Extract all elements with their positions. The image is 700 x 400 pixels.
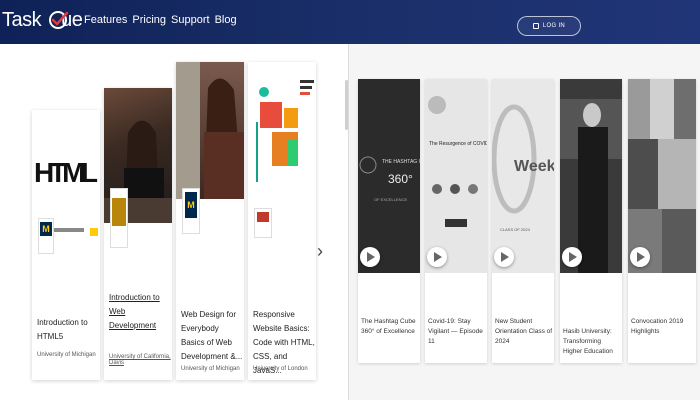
lock-icon bbox=[532, 23, 539, 29]
course-title[interactable]: Web Design for Everybody Basics of Web D… bbox=[181, 308, 243, 364]
chevron-right-icon[interactable]: › bbox=[317, 242, 323, 260]
course-thumbnail bbox=[176, 62, 244, 199]
svg-text:THE HASHTAG CUBE: THE HASHTAG CUBE bbox=[382, 159, 420, 165]
video-card[interactable]: Convocation 2019 Highlights bbox=[628, 79, 696, 363]
svg-text:CLASS OF 2024: CLASS OF 2024 bbox=[500, 227, 531, 232]
video-title[interactable]: Covid-19: Stay Vigilant — Episode 11 bbox=[428, 317, 486, 347]
video-thumbnail: THE HASHTAG CUBE 360° OF EXCELLENCE bbox=[358, 79, 420, 273]
responsive-illustration bbox=[256, 80, 314, 182]
video-title[interactable]: The Hashtag Cube 360° of Excellence bbox=[361, 317, 419, 337]
university-logo bbox=[110, 188, 128, 248]
speaker-photo bbox=[560, 79, 622, 273]
video-title[interactable]: New Student Orientation Class of 2024 bbox=[495, 317, 553, 347]
play-icon[interactable] bbox=[630, 247, 650, 267]
course-title[interactable]: Introduction to Web Development bbox=[109, 291, 171, 333]
course-thumbnail bbox=[248, 62, 316, 199]
nav-pricing[interactable]: Pricing bbox=[132, 14, 166, 26]
course-card-html5[interactable]: HTML M Introduction to HTML5 University … bbox=[32, 110, 100, 380]
video-title[interactable]: Convocation 2019 Highlights bbox=[631, 317, 693, 337]
main-nav: Features Pricing Support Blog bbox=[84, 14, 237, 26]
video-card[interactable]: THE HASHTAG CUBE 360° OF EXCELLENCE The … bbox=[358, 79, 420, 363]
nav-blog[interactable]: Blog bbox=[215, 14, 237, 26]
play-icon[interactable] bbox=[360, 247, 380, 267]
video-thumbnail: The Resurgence of COVID-19 bbox=[425, 79, 487, 273]
thumb-text-html: HTML bbox=[34, 157, 98, 188]
video-card[interactable]: Week CLASS OF 2024 New Student Orientati… bbox=[492, 79, 554, 363]
video-thumbnail bbox=[628, 79, 696, 273]
video-thumbnail bbox=[560, 79, 622, 273]
play-icon[interactable] bbox=[562, 247, 582, 267]
login-button[interactable]: LOG IN bbox=[517, 16, 581, 36]
left-panel-scrollbar[interactable] bbox=[345, 80, 348, 130]
svg-text:OF EXCELLENCE: OF EXCELLENCE bbox=[374, 197, 407, 202]
university-logo bbox=[254, 208, 272, 238]
nav-features[interactable]: Features bbox=[84, 14, 127, 26]
video-card[interactable]: The Resurgence of COVID-19 Covid-19: Sta… bbox=[425, 79, 487, 363]
play-icon[interactable] bbox=[494, 247, 514, 267]
svg-text:Week: Week bbox=[514, 158, 554, 175]
university-logo: M bbox=[182, 188, 200, 234]
svg-text:The Resurgence of COVID-19: The Resurgence of COVID-19 bbox=[429, 141, 487, 147]
covid-webinar-art: The Resurgence of COVID-19 bbox=[425, 79, 487, 273]
check-q-icon bbox=[49, 11, 69, 29]
login-label: LOG IN bbox=[542, 23, 566, 29]
logo-text-part1: Task bbox=[2, 8, 42, 31]
nav-support[interactable]: Support bbox=[171, 14, 210, 26]
hashtag-cube-art: THE HASHTAG CUBE 360° OF EXCELLENCE bbox=[358, 79, 420, 273]
top-navbar: Task ue Features Pricing Support Blog LO… bbox=[0, 0, 700, 44]
video-title[interactable]: Hasib University: Transforming Higher Ed… bbox=[563, 327, 621, 357]
video-gallery: THE HASHTAG CUBE 360° OF EXCELLENCE The … bbox=[349, 44, 700, 400]
course-title[interactable]: Introduction to HTML5 bbox=[37, 316, 99, 344]
svg-text:360°: 360° bbox=[388, 172, 413, 186]
course-card-responsive[interactable]: Responsive Website Basics: Code with HTM… bbox=[248, 62, 316, 380]
play-icon[interactable] bbox=[427, 247, 447, 267]
convocation-collage bbox=[628, 79, 696, 273]
course-org: University of Michigan bbox=[181, 366, 240, 372]
course-card-web-design[interactable]: M Web Design for Everybody Basics of Web… bbox=[176, 62, 244, 380]
course-org: University of Michigan bbox=[37, 352, 96, 358]
iweek-art: Week CLASS OF 2024 bbox=[492, 79, 554, 273]
woman-working-photo bbox=[176, 62, 244, 199]
video-thumbnail: Week CLASS OF 2024 bbox=[492, 79, 554, 273]
course-org: University of California, Davis bbox=[109, 354, 171, 366]
video-card[interactable]: Hasib University: Transforming Higher Ed… bbox=[560, 79, 622, 363]
course-carousel: HTML M Introduction to HTML5 University … bbox=[0, 44, 348, 400]
university-logo: M bbox=[38, 218, 54, 254]
course-org: University of London bbox=[253, 366, 308, 372]
taskque-logo[interactable]: Task ue bbox=[2, 7, 83, 33]
course-card-web-dev[interactable]: Introduction to Web Development Universi… bbox=[104, 88, 172, 380]
